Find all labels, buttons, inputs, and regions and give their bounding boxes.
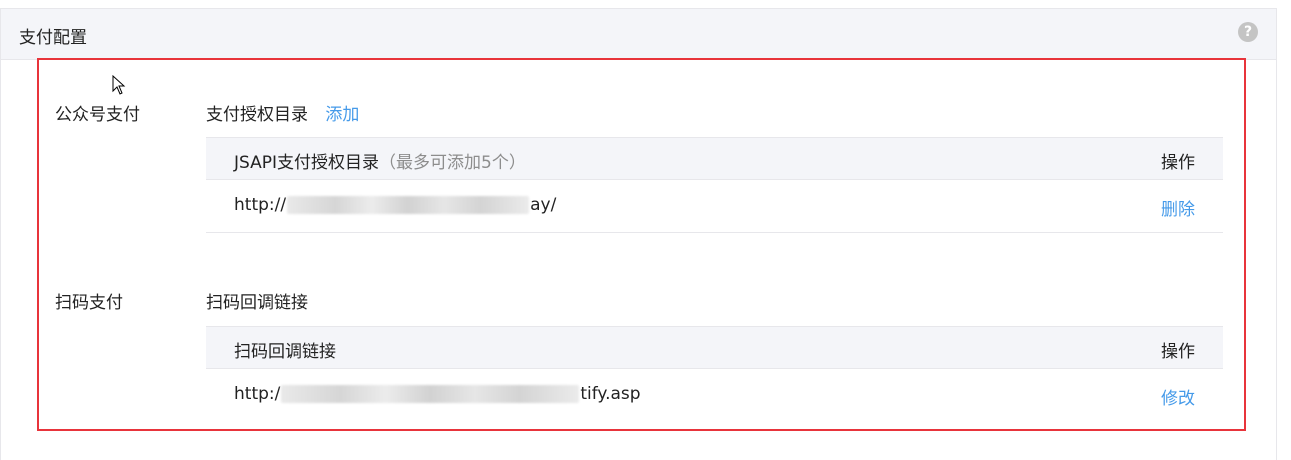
help-icon[interactable]: ? xyxy=(1238,22,1258,42)
auth-dir-title: 支付授权目录 xyxy=(206,105,308,125)
panel-title: 支付配置 xyxy=(19,28,87,48)
table-row: http:/ tify.asp 修改 xyxy=(206,369,1223,422)
table-row: http:// ay/ 删除 xyxy=(206,180,1223,233)
delete-link[interactable]: 删除 xyxy=(1161,195,1195,220)
column-header-callback: 扫码回调链接 xyxy=(234,342,336,362)
scan-pay-label: 扫码支付 xyxy=(55,293,123,313)
callback-url: http:/ tify.asp xyxy=(234,384,641,404)
dir-url: http:// ay/ xyxy=(234,195,557,215)
gzh-pay-label: 公众号支付 xyxy=(55,105,140,125)
table-header: JSAPI支付授权目录（最多可添加5个） 操作 xyxy=(206,137,1223,180)
column-header-dir: JSAPI支付授权目录（最多可添加5个） xyxy=(234,153,526,173)
table-header: 扫码回调链接 操作 xyxy=(206,326,1223,369)
jsapi-dir-table: JSAPI支付授权目录（最多可添加5个） 操作 http:// ay/ 删除 xyxy=(206,137,1223,233)
mouse-cursor-icon xyxy=(112,75,126,95)
scan-section-title: 扫码回调链接 xyxy=(206,293,308,313)
column-header-op: 操作 xyxy=(1161,342,1195,362)
column-header-op: 操作 xyxy=(1161,153,1195,173)
add-link[interactable]: 添加 xyxy=(325,105,359,125)
gzh-section-title: 支付授权目录 添加 xyxy=(206,100,359,125)
modify-link[interactable]: 修改 xyxy=(1161,384,1195,409)
redacted-blur xyxy=(281,385,580,403)
scan-callback-table: 扫码回调链接 操作 http:/ tify.asp 修改 xyxy=(206,326,1223,422)
redacted-blur xyxy=(287,196,530,214)
column-header-hint: （最多可添加5个） xyxy=(379,153,526,173)
panel-header: 支付配置 ? xyxy=(1,9,1276,60)
